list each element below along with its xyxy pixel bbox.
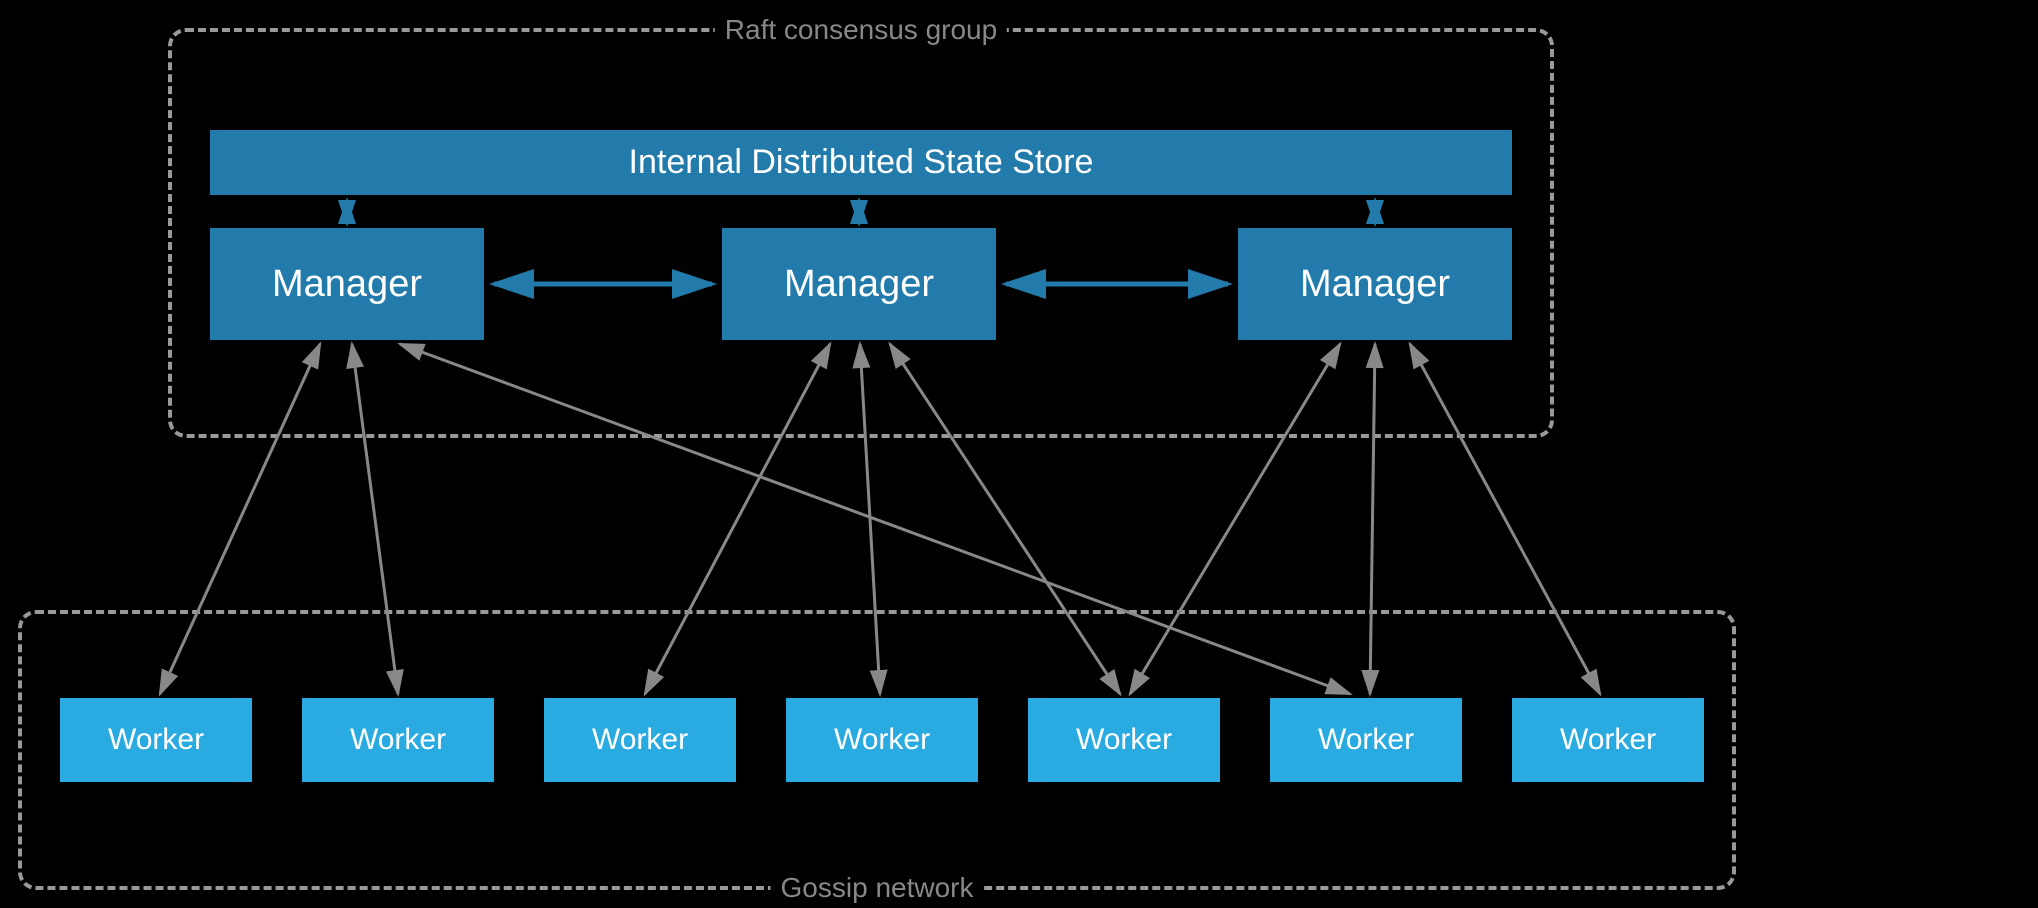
raft-group-label: Raft consensus group: [715, 14, 1007, 46]
worker-label: Worker: [1318, 723, 1414, 757]
worker-node-3: Worker: [544, 698, 736, 782]
worker-node-7: Worker: [1512, 698, 1704, 782]
worker-label: Worker: [1560, 723, 1656, 757]
worker-label: Worker: [350, 723, 446, 757]
worker-node-5: Worker: [1028, 698, 1220, 782]
manager-node-2: Manager: [722, 228, 996, 340]
state-store-box: Internal Distributed State Store: [210, 130, 1512, 195]
manager-label: Manager: [272, 263, 422, 306]
worker-node-4: Worker: [786, 698, 978, 782]
worker-label: Worker: [592, 723, 688, 757]
state-store-label: Internal Distributed State Store: [629, 143, 1094, 182]
worker-label: Worker: [1076, 723, 1172, 757]
manager-label: Manager: [784, 263, 934, 306]
worker-node-2: Worker: [302, 698, 494, 782]
worker-node-1: Worker: [60, 698, 252, 782]
manager-node-3: Manager: [1238, 228, 1512, 340]
worker-label: Worker: [108, 723, 204, 757]
worker-node-6: Worker: [1270, 698, 1462, 782]
worker-label: Worker: [834, 723, 930, 757]
manager-label: Manager: [1300, 263, 1450, 306]
gossip-network-label: Gossip network: [771, 872, 984, 904]
manager-node-1: Manager: [210, 228, 484, 340]
